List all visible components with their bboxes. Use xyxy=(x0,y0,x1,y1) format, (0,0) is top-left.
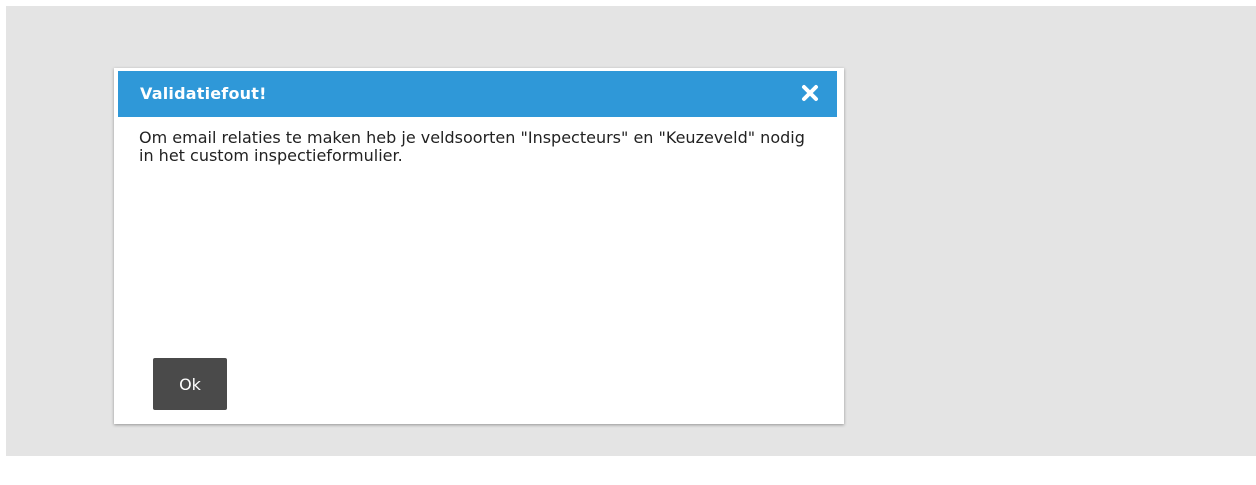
dialog-message: Om email relaties te maken heb je veldso… xyxy=(139,128,805,165)
validation-error-dialog: Validatiefout! Om email relaties te make… xyxy=(114,68,844,424)
dialog-title: Validatiefout! xyxy=(140,84,267,103)
close-icon[interactable] xyxy=(799,82,821,104)
dialog-header: Validatiefout! xyxy=(118,71,837,117)
ok-button[interactable]: Ok xyxy=(153,358,227,410)
